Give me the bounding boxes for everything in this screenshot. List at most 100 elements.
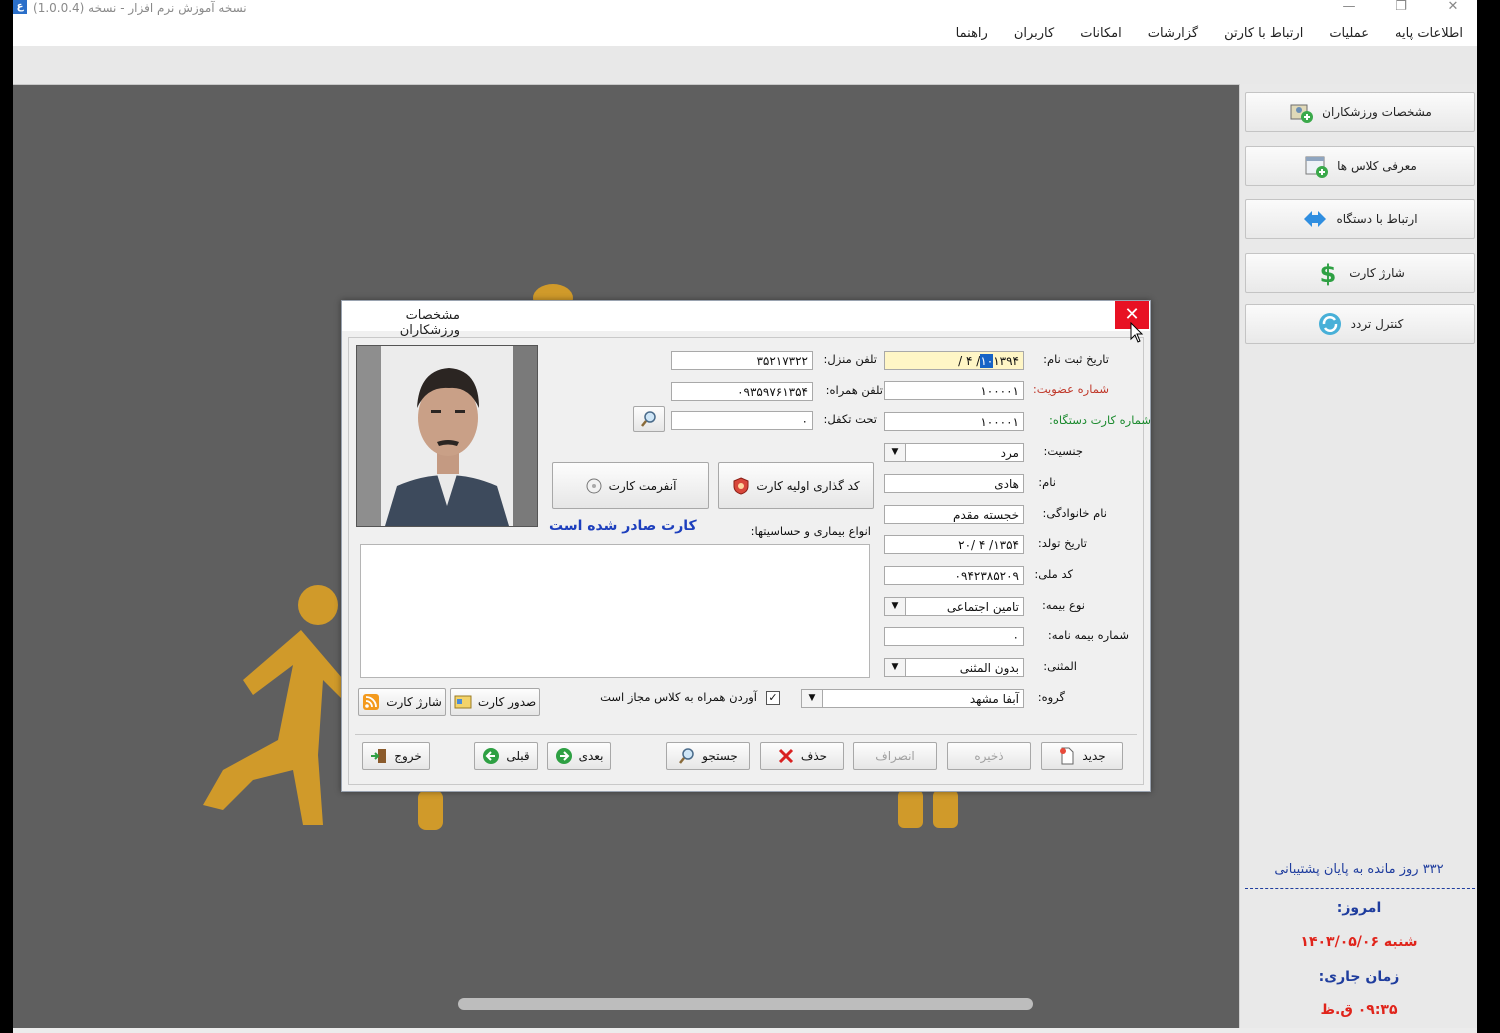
charge-card-button[interactable]: شارژ کارت (358, 688, 446, 716)
close-window-icon[interactable]: ✕ (1439, 0, 1467, 16)
companion-checkbox[interactable]: ✓ (766, 691, 780, 705)
horizontal-scrollbar[interactable] (458, 998, 1033, 1010)
calendar-add-icon (1305, 156, 1329, 178)
athlete-portrait-icon (357, 346, 537, 526)
reg-date-selected: ۱۰ (980, 354, 994, 368)
group-label: گروه: (1037, 690, 1065, 704)
reg-date-field[interactable]: ۱۰۱۳۹۴/ ۴ / (884, 351, 1024, 370)
national-id-label: کد ملی: (1034, 567, 1073, 581)
today-value: شنبه ۱۴۰۳/۰۵/۰۶ (1300, 934, 1418, 950)
menu-operations[interactable]: عملیات (1329, 26, 1369, 41)
athletes-icon (1290, 104, 1314, 123)
new-button[interactable]: جدید (1041, 742, 1123, 770)
device-card-field[interactable]: ۱۰۰۰۰۱ (884, 412, 1024, 431)
search-button[interactable]: جستجو (666, 742, 750, 770)
search-label: جستجو (702, 749, 738, 763)
unformat-card-button[interactable]: آنفرمت کارت (552, 462, 709, 509)
dollar-icon: $ (1320, 260, 1337, 286)
member-no-label: شماره عضویت: (1032, 382, 1109, 396)
previous-button[interactable]: قبلی (474, 742, 538, 770)
athletes-button[interactable]: مشخصات ورزشکاران (1245, 92, 1475, 132)
previous-label: قبلی (506, 749, 530, 763)
traffic-control-label: کنترل تردد (1350, 317, 1404, 331)
search-icon (679, 748, 694, 764)
member-no-field[interactable]: ۱۰۰۰۰۱ (884, 381, 1024, 400)
arrow-left-icon (483, 748, 500, 764)
menu-bar: اطلاعات پایه عملیات ارتباط با کارتن گزار… (13, 20, 1477, 46)
menu-users[interactable]: کاربران (1014, 26, 1054, 41)
replacement-value: بدون المثنی (959, 661, 1019, 675)
last-name-field[interactable]: خجسته مقدم (884, 505, 1024, 524)
gender-value: مرد (1000, 446, 1019, 460)
menu-reports[interactable]: گزارشات (1148, 26, 1198, 41)
group-value: آبفا مشهد (969, 692, 1019, 706)
traffic-control-button[interactable]: کنترل تردد (1245, 304, 1475, 344)
chevron-down-icon[interactable]: ▼ (885, 444, 906, 461)
mobile-field[interactable]: ۰۹۳۵۹۷۶۱۳۵۴ (671, 382, 813, 401)
next-button[interactable]: بعدی (547, 742, 611, 770)
home-phone-field[interactable]: ۳۵۲۱۷۳۲۲ (671, 351, 813, 370)
search-dependents-button[interactable] (633, 406, 665, 432)
athletes-button-label: مشخصات ورزشکاران (1322, 105, 1432, 119)
save-label: ذخیره (974, 749, 1004, 763)
menu-facilities[interactable]: امکانات (1080, 26, 1122, 41)
menu-basic-info[interactable]: اطلاعات پایه (1395, 26, 1463, 41)
charge-card-side-button[interactable]: $ شارژ کارت (1245, 253, 1475, 293)
rss-card-icon (363, 694, 380, 710)
cancel-button[interactable]: انصراف (853, 742, 937, 770)
save-button[interactable]: ذخیره (947, 742, 1031, 770)
companion-label: آوردن همراه به کلاس مجاز است (600, 690, 757, 704)
minimize-icon[interactable]: — (1335, 0, 1363, 16)
exit-label: خروج (394, 749, 422, 763)
diseases-textarea[interactable] (360, 544, 870, 678)
app-logo-icon: ع (13, 0, 27, 14)
last-name-label: نام خانوادگی: (1042, 506, 1108, 520)
replacement-select[interactable]: بدون المثنی ▼ (884, 658, 1024, 677)
birth-date-field[interactable]: ۱۳۵۴/ ۴ /۲۰ (884, 535, 1024, 554)
issue-card-button[interactable]: صدور کارت (450, 688, 540, 716)
side-panel: مشخصات ورزشکاران معرفی کلاس ها ارتباط با… (1239, 84, 1477, 1028)
delete-button[interactable]: حذف (760, 742, 844, 770)
title-bar: ع نسخه آموزش نرم افزار - نسخه (1.0.0.4) … (13, 0, 1477, 20)
arrows-icon (1304, 211, 1327, 227)
new-document-icon (1060, 747, 1074, 765)
home-phone-label: تلفن منزل: (823, 352, 877, 366)
arrow-right-icon (555, 748, 572, 764)
classes-button[interactable]: معرفی کلاس ها (1245, 146, 1475, 186)
dependents-field[interactable]: ۰ (671, 411, 813, 430)
gender-select[interactable]: مرد ▼ (884, 443, 1024, 462)
exit-button[interactable]: خروج (362, 742, 430, 770)
insurance-no-field[interactable]: ۰ (884, 627, 1024, 646)
dialog-body: تاریخ ثبت نام: ۱۰۱۳۹۴/ ۴ / شماره عضویت: … (348, 337, 1151, 785)
insurance-no-label: شماره بیمه نامه: (1047, 628, 1129, 642)
refresh-icon (1318, 313, 1341, 335)
group-select[interactable]: آبفا مشهد ▼ (801, 689, 1024, 708)
dialog-title: مشخصات ورزشکاران (399, 308, 460, 338)
classes-button-label: معرفی کلاس ها (1337, 159, 1417, 173)
restore-icon[interactable]: ❐ (1387, 0, 1415, 16)
new-label: جدید (1082, 749, 1106, 763)
dependents-label: تحت تکفل: (823, 412, 877, 426)
reg-date-label: تاریخ ثبت نام: (1043, 352, 1109, 366)
chevron-down-icon[interactable]: ▼ (885, 598, 906, 615)
cancel-label: انصراف (875, 749, 915, 763)
delete-x-icon (778, 748, 793, 764)
menu-help[interactable]: راهنما (956, 26, 988, 41)
toolbar-strip (13, 46, 1477, 85)
shield-card-icon (733, 476, 749, 495)
device-card-label: شماره کارت دستگاه: (1048, 413, 1151, 427)
chevron-down-icon[interactable]: ▼ (885, 659, 906, 676)
device-connection-label: ارتباط با دستگاه (1336, 212, 1418, 226)
chevron-down-icon[interactable]: ▼ (802, 690, 823, 707)
init-card-code-button[interactable]: کد گذاری اولیه کارت (718, 462, 874, 509)
device-connection-button[interactable]: ارتباط با دستگاه (1245, 199, 1475, 239)
runner-figure-icon (203, 585, 348, 825)
athletes-dialog: مشخصات ورزشکاران ✕ تاریخ ثبت نام: ۱۰۱۳۹۴… (341, 300, 1151, 792)
figure-legs-icon (898, 790, 958, 828)
menu-carton[interactable]: ارتباط با کارتن (1224, 26, 1303, 41)
national-id-field[interactable]: ۰۹۴۲۳۸۵۲۰۹ (884, 566, 1024, 585)
today-label: امروز: (1336, 900, 1382, 916)
insurance-type-select[interactable]: تامین اجتماعی ▼ (884, 597, 1024, 616)
unformat-card-label: آنفرمت کارت (608, 478, 677, 493)
first-name-field[interactable]: هادی (884, 474, 1024, 493)
